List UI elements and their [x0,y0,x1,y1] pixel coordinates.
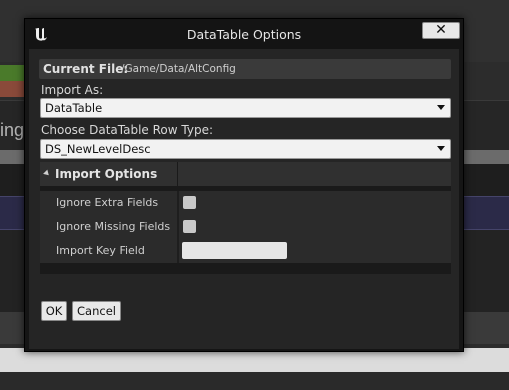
column-divider [177,215,179,239]
editor-background-row [0,372,509,390]
ignore-missing-fields-checkbox[interactable] [183,220,196,233]
expand-arrow-icon[interactable] [43,169,51,178]
import-options-panel: Import Options Ignore Extra Fields Ignor… [40,162,451,274]
option-row-import-key-field: Import Key Field [40,239,451,263]
import-as-value: DataTable [45,101,103,115]
chevron-down-icon [437,105,445,110]
current-file-path: /Game/Data/AltConfig [121,63,236,75]
current-file-label: Current File: [43,62,129,76]
editor-red-swatch [0,81,26,97]
import-key-field-input[interactable] [182,242,287,259]
import-options-header[interactable]: Import Options [40,162,451,186]
datatable-options-dialog: DataTable Options ✕ Current File: /Game/… [24,18,464,352]
current-file-bar: Current File: /Game/Data/AltConfig [39,59,451,79]
ignore-extra-fields-checkbox[interactable] [183,196,196,209]
column-divider [177,239,179,263]
option-label: Ignore Extra Fields [56,196,159,209]
column-divider [177,191,179,215]
dialog-content: Current File: /Game/Data/AltConfig Impor… [29,49,459,349]
dialog-titlebar[interactable]: DataTable Options ✕ [25,19,463,49]
import-options-title: Import Options [55,167,158,181]
import-as-dropdown[interactable]: DataTable [40,98,451,118]
column-divider [177,162,178,186]
option-label: Ignore Missing Fields [56,220,171,233]
row-type-dropdown[interactable]: DS_NewLevelDesc [40,139,451,159]
option-row-ignore-extra-fields: Ignore Extra Fields [40,191,451,215]
row-type-value: DS_NewLevelDesc [45,142,151,156]
row-type-label: Choose DataTable Row Type: [41,123,213,137]
option-row-ignore-missing-fields: Ignore Missing Fields [40,215,451,239]
option-label: Import Key Field [56,244,145,257]
dialog-title: DataTable Options [186,27,302,42]
close-button[interactable]: ✕ [422,22,460,39]
editor-green-swatch [0,65,26,81]
ok-button[interactable]: OK [41,301,67,321]
editor-background-text: ing [0,120,25,140]
cancel-button[interactable]: Cancel [72,301,121,321]
chevron-down-icon [437,146,445,151]
import-as-label: Import As: [41,83,104,97]
